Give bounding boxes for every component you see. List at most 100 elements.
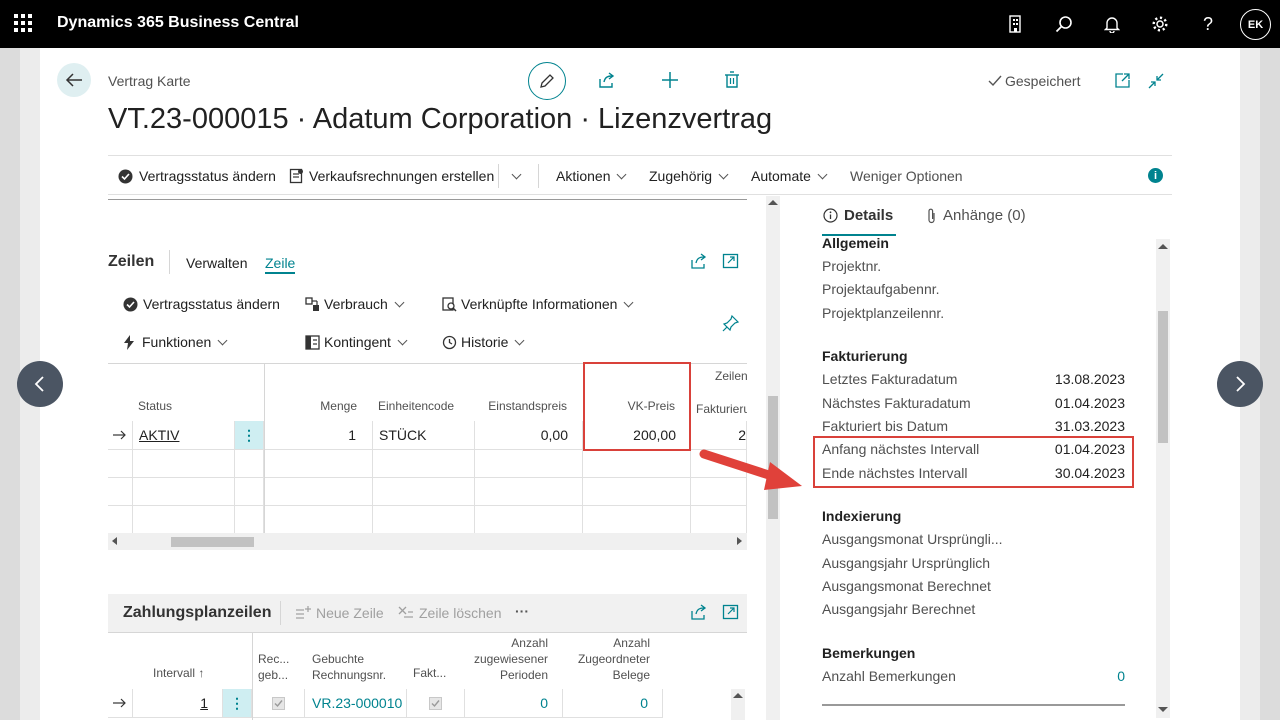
col-header-cost[interactable]: Einstandspreis <box>475 399 567 413</box>
row-indicator[interactable] <box>108 421 133 450</box>
payment-share-button[interactable] <box>690 604 707 625</box>
share-button[interactable] <box>598 71 616 94</box>
share-icon <box>691 253 707 269</box>
chevron-down-icon <box>511 169 522 179</box>
chevron-down-icon <box>617 169 627 179</box>
pin-button[interactable] <box>722 314 740 337</box>
col-header-zeilen[interactable]: Zeilen <box>715 369 747 383</box>
cost-cell[interactable]: 0,00 <box>475 421 583 450</box>
actions-menu[interactable]: Aktionen <box>556 156 627 196</box>
remarks-count-value[interactable]: 0 <box>1117 668 1125 684</box>
invoiced-checkbox[interactable] <box>407 689 465 718</box>
section-divider <box>822 704 1125 706</box>
booked-invoice-link[interactable]: VR.23-000010 <box>305 689 407 718</box>
quota-menu[interactable]: Kontingent <box>305 322 408 362</box>
info-icon[interactable]: i <box>1148 168 1163 183</box>
tab-line[interactable]: Zeile <box>265 255 296 274</box>
col-header-booked-invoice[interactable]: Gebuchte Rechnungsnr. <box>312 651 386 683</box>
notification-bell-icon[interactable] <box>1088 0 1136 48</box>
related-menu[interactable]: Zugehörig <box>649 156 729 196</box>
col-header-fakt[interactable]: Fakt... <box>413 666 446 680</box>
edit-button[interactable] <box>528 62 566 100</box>
search-icon[interactable] <box>1040 0 1088 48</box>
interval-cell[interactable]: 1 <box>133 689 223 718</box>
more-options-button[interactable]: ··· <box>515 591 529 631</box>
status-cell[interactable]: AKTIV <box>133 421 235 450</box>
scroll-up-arrow-icon[interactable] <box>768 200 778 205</box>
status-check-icon <box>123 297 138 311</box>
help-icon[interactable]: ? <box>1184 0 1232 48</box>
tab-details[interactable]: Details <box>823 207 893 224</box>
fewer-options-button[interactable]: Weniger Optionen <box>850 156 963 196</box>
scroll-right-arrow-icon[interactable] <box>737 537 742 545</box>
usage-menu[interactable]: Verbrauch <box>305 284 405 324</box>
breadcrumb: Vertrag Karte <box>108 73 191 89</box>
lines-share-button[interactable] <box>690 253 707 274</box>
back-button[interactable] <box>57 63 91 97</box>
col-header-status[interactable]: Status <box>138 399 172 413</box>
empty-cell <box>108 450 133 478</box>
previous-record-button[interactable] <box>17 361 63 407</box>
new-button[interactable] <box>661 71 679 94</box>
change-contract-status-button[interactable]: Vertragsstatus ändern <box>118 156 276 196</box>
scroll-left-arrow-icon[interactable] <box>112 537 117 545</box>
scrollbar-thumb[interactable] <box>171 537 254 547</box>
row-menu-button[interactable]: ⋮ <box>235 421 264 450</box>
functions-menu[interactable]: Funktionen <box>123 322 228 362</box>
history-menu[interactable]: Historie <box>442 322 525 362</box>
calculated-base-month-label: Ausgangsmonat Berechnet <box>822 578 991 594</box>
row-menu-button[interactable]: ⋮ <box>223 689 252 718</box>
assigned-periods-cell[interactable]: 0 <box>465 689 563 718</box>
delete-line-button[interactable]: Zeile löschen <box>398 593 502 633</box>
remarks-count-label: Anzahl Bemerkungen <box>822 668 956 684</box>
col-header-interval[interactable]: Intervall ↑ <box>153 666 204 680</box>
assigned-documents-cell[interactable]: 0 <box>563 689 663 718</box>
col-header-recurring[interactable]: Rec... geb... <box>258 651 289 683</box>
quantity-cell[interactable]: 1 <box>265 421 373 450</box>
new-line-button[interactable]: Neue Zeile <box>295 593 384 633</box>
section-divider <box>108 199 747 200</box>
col-header-assigned-documents[interactable]: Anzahl Zugeordneter Belege <box>560 635 650 683</box>
factbox-vertical-scrollbar[interactable] <box>1156 239 1170 718</box>
linked-info-menu[interactable]: Verknüpfte Informationen <box>442 284 634 324</box>
col-header-assigned-periods[interactable]: Anzahl zugewiesener Perioden <box>458 635 548 683</box>
empty-cell <box>133 478 235 506</box>
create-sales-invoices-button[interactable]: Verkaufsrechnungen erstellen <box>289 156 494 196</box>
delete-button[interactable] <box>724 71 740 94</box>
empty-cell <box>475 450 583 478</box>
scroll-up-arrow-icon[interactable] <box>733 693 743 698</box>
automate-menu[interactable]: Automate <box>751 156 828 196</box>
chevron-down-icon <box>397 335 408 345</box>
payment-plan-title: Zahlungsplanzeilen <box>123 604 272 621</box>
checkmark-icon <box>988 75 1002 87</box>
app-title[interactable]: Dynamics 365 Business Central <box>57 14 299 32</box>
horizontal-scrollbar[interactable] <box>108 533 747 550</box>
scroll-up-arrow-icon[interactable] <box>1158 244 1168 249</box>
open-new-window-button[interactable] <box>1114 72 1131 94</box>
next-record-button[interactable] <box>1217 361 1263 407</box>
col-header-unit[interactable]: Einheitencode <box>378 399 454 413</box>
col-header-quantity[interactable]: Menge <box>265 399 357 413</box>
more-actions-dropdown[interactable] <box>505 156 522 196</box>
empty-cell <box>475 478 583 506</box>
payment-expand-button[interactable] <box>722 604 739 625</box>
scrollbar-thumb[interactable] <box>1158 311 1168 443</box>
highlight-arrow <box>699 449 802 490</box>
tab-attachments[interactable]: Anhänge (0) <box>926 207 1026 224</box>
unit-cell[interactable]: STÜCK <box>373 421 475 450</box>
lines-expand-button[interactable] <box>722 253 739 274</box>
tab-manage[interactable]: Verwalten <box>186 255 247 271</box>
lines-change-status-button[interactable]: Vertragsstatus ändern <box>123 284 280 324</box>
col-header-fakturierung[interactable]: Fakturieru <box>696 402 747 416</box>
next-invoice-date-label: Nächstes Fakturadatum <box>822 395 971 411</box>
row-indicator[interactable] <box>108 689 133 718</box>
scroll-down-arrow-icon[interactable] <box>1158 707 1168 712</box>
app-launcher-icon[interactable] <box>14 14 32 32</box>
invoicing-cell[interactable]: 2 <box>691 421 747 450</box>
recurring-checkbox[interactable] <box>253 689 305 718</box>
collapse-button[interactable] <box>1147 72 1165 95</box>
company-icon[interactable] <box>992 0 1040 48</box>
user-avatar[interactable]: EK <box>1240 9 1271 40</box>
settings-gear-icon[interactable] <box>1136 0 1184 48</box>
payment-vertical-scrollbar[interactable] <box>731 689 745 720</box>
